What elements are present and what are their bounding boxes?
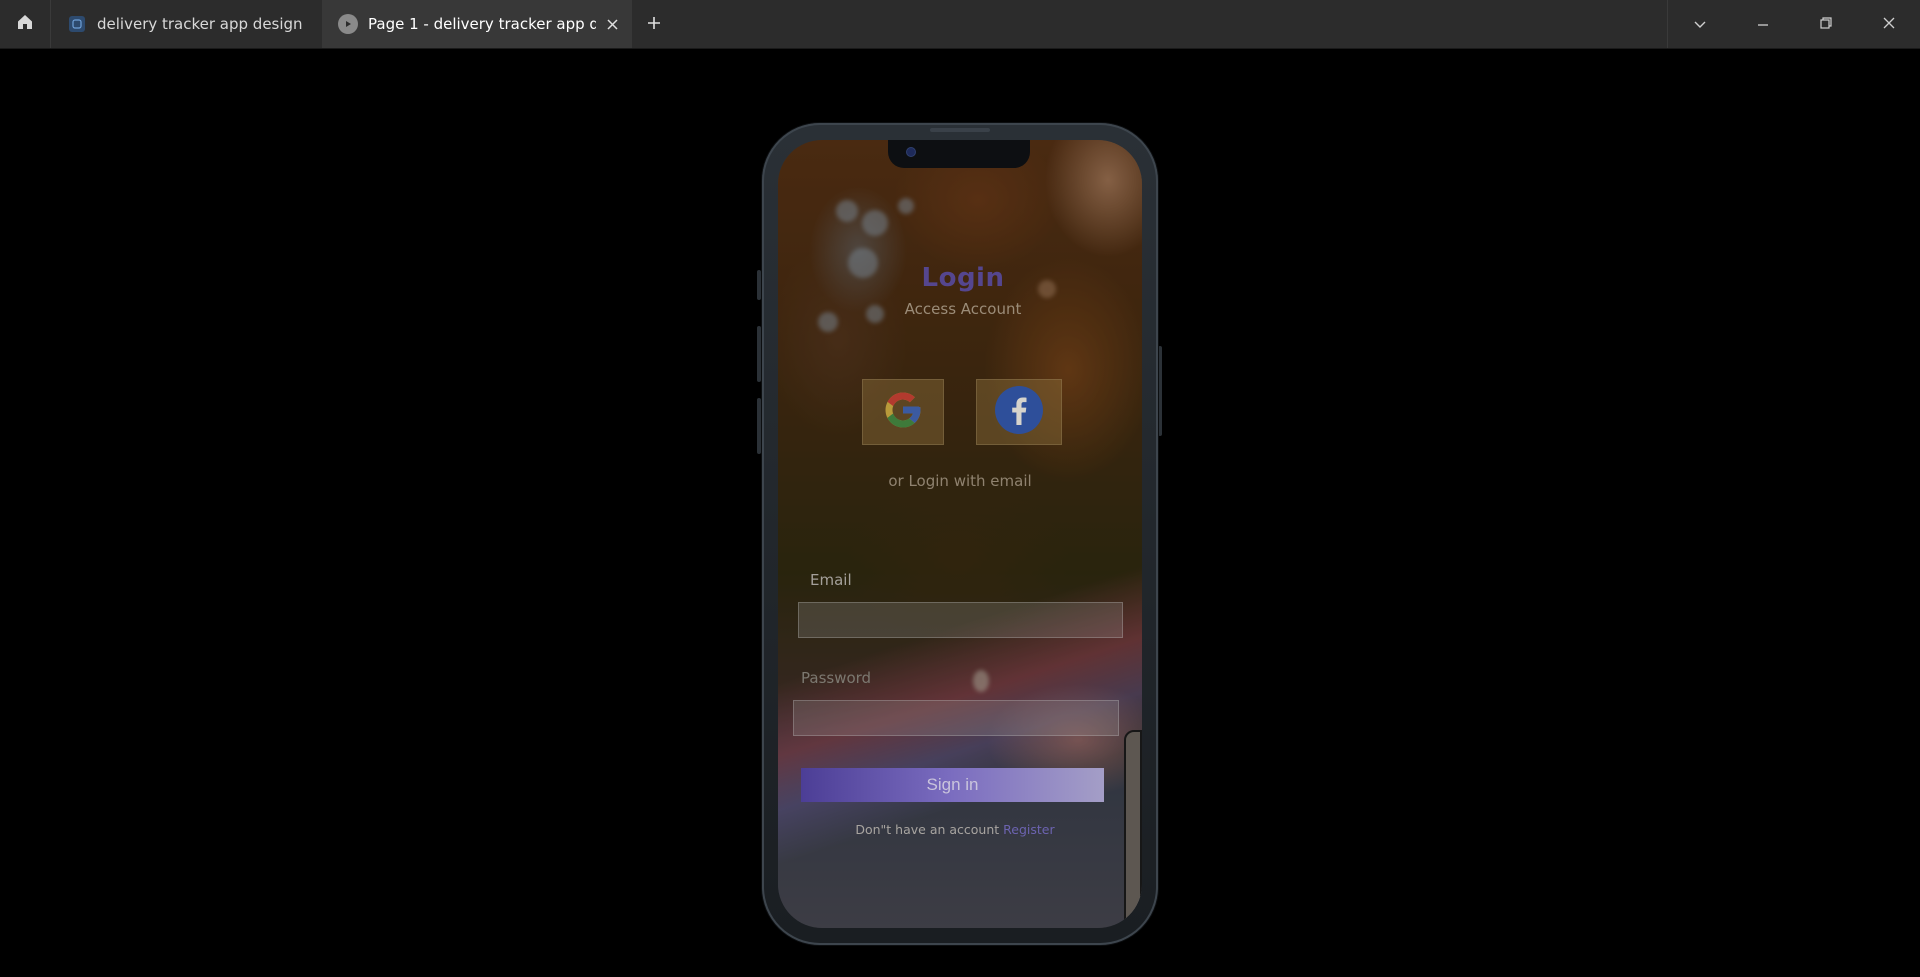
phone-volume-down-button: [757, 398, 761, 454]
tab-page-1-prototype[interactable]: Page 1 - delivery tracker app design: [322, 0, 632, 48]
phone-volume-up-button: [757, 326, 761, 382]
email-field[interactable]: [798, 602, 1123, 638]
sign-in-button[interactable]: Sign in: [801, 768, 1104, 802]
phone-screen-background: [778, 140, 1142, 928]
title-bar: delivery tracker app design Page 1 - del…: [0, 0, 1920, 49]
bokeh-light: [898, 198, 914, 214]
phone-speaker: [930, 128, 990, 132]
bokeh-light: [862, 210, 888, 236]
login-subtitle: Access Account: [904, 300, 1022, 318]
register-prompt: Don"t have an account Register: [778, 822, 1132, 837]
tab-label: delivery tracker app design: [97, 15, 303, 33]
facebook-login-button[interactable]: [976, 379, 1062, 445]
close-icon[interactable]: [604, 16, 620, 32]
facebook-icon: [994, 385, 1044, 439]
new-tab-button[interactable]: [640, 0, 668, 48]
google-icon: [882, 389, 924, 435]
login-title: Login: [921, 263, 1005, 293]
chevron-down-icon: [1693, 15, 1707, 34]
plus-icon: [647, 15, 661, 34]
close-window-button[interactable]: [1857, 0, 1920, 48]
bokeh-light: [836, 200, 858, 222]
password-field[interactable]: [793, 700, 1119, 736]
email-login-divider-text: or Login with email: [888, 472, 1032, 490]
home-button[interactable]: [0, 0, 51, 48]
restore-icon: [1819, 15, 1833, 34]
figma-file-icon: [69, 16, 85, 32]
phone-action-button: [757, 270, 761, 300]
tab-delivery-tracker-file[interactable]: delivery tracker app design: [51, 0, 321, 48]
bokeh-light: [973, 670, 989, 692]
minimize-button[interactable]: [1731, 0, 1794, 48]
password-label: Password: [801, 669, 872, 687]
google-login-button[interactable]: [862, 379, 944, 445]
tab-list-button[interactable]: [1668, 0, 1731, 48]
close-icon: [1882, 15, 1896, 34]
restore-button[interactable]: [1794, 0, 1857, 48]
phone-power-button: [1158, 346, 1162, 436]
no-account-text: Don"t have an account: [855, 822, 1000, 837]
window-controls: [1667, 0, 1920, 48]
email-label: Email: [810, 571, 852, 589]
home-icon: [16, 13, 34, 35]
tab-label: Page 1 - delivery tracker app design: [368, 15, 596, 33]
minimize-icon: [1756, 15, 1770, 34]
phone-camera: [906, 147, 916, 157]
register-link[interactable]: Register: [1003, 822, 1054, 837]
play-icon: [338, 14, 358, 34]
